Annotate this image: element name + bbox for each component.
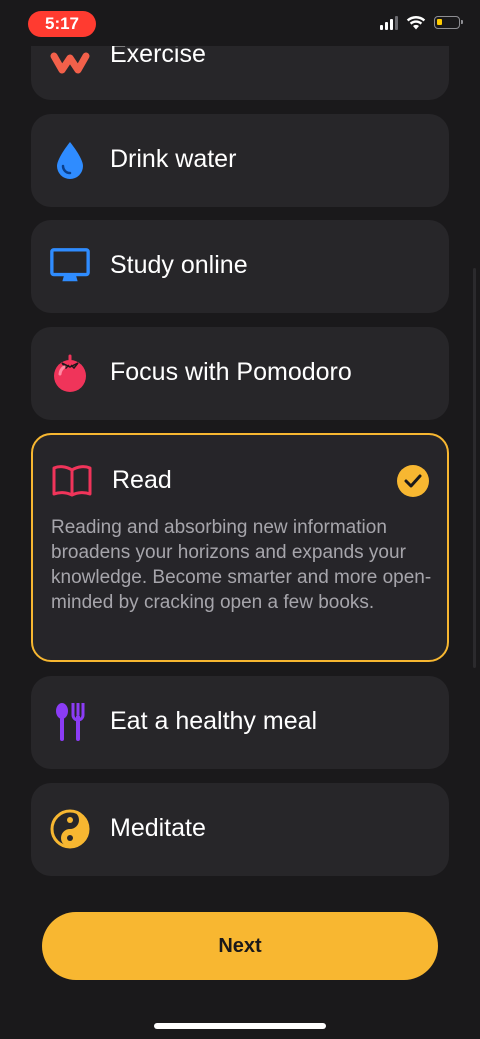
- checkmark-icon: [397, 465, 429, 497]
- yin-yang-icon: [49, 808, 91, 850]
- habit-card-meditate[interactable]: Meditate: [31, 783, 449, 876]
- habit-card-focus-pomodoro[interactable]: Focus with Pomodoro: [31, 327, 449, 420]
- habit-card-read[interactable]: Read Reading and absorbing new informati…: [31, 433, 449, 662]
- status-bar: 5:17: [0, 0, 480, 46]
- exercise-squiggle-icon: [49, 42, 91, 84]
- habit-card-drink-water[interactable]: Drink water: [31, 114, 449, 207]
- wifi-icon: [406, 15, 426, 29]
- spoon-fork-icon: [49, 701, 91, 743]
- battery-icon: [434, 15, 463, 29]
- cellular-signal-icon: [380, 14, 398, 30]
- habit-label: Meditate: [110, 814, 206, 842]
- home-indicator: [154, 1023, 326, 1029]
- tomato-icon: [49, 352, 91, 394]
- habit-label: Focus with Pomodoro: [110, 358, 352, 386]
- habit-card-study-online[interactable]: Study online: [31, 220, 449, 313]
- habit-description: Reading and absorbing new information br…: [51, 517, 432, 613]
- system-icons: [380, 14, 463, 30]
- monitor-icon: [49, 245, 91, 287]
- habit-label: Drink water: [110, 145, 237, 173]
- habit-label: Study online: [110, 251, 248, 279]
- water-drop-icon: [49, 139, 91, 181]
- habit-label: Read: [112, 466, 172, 494]
- habit-card-healthy-meal[interactable]: Eat a healthy meal: [31, 676, 449, 769]
- scroll-indicator: [473, 268, 476, 668]
- open-book-icon: [51, 460, 93, 502]
- habit-label: Eat a healthy meal: [110, 707, 318, 735]
- next-button[interactable]: Next: [42, 912, 438, 980]
- status-time: 5:17: [28, 11, 96, 37]
